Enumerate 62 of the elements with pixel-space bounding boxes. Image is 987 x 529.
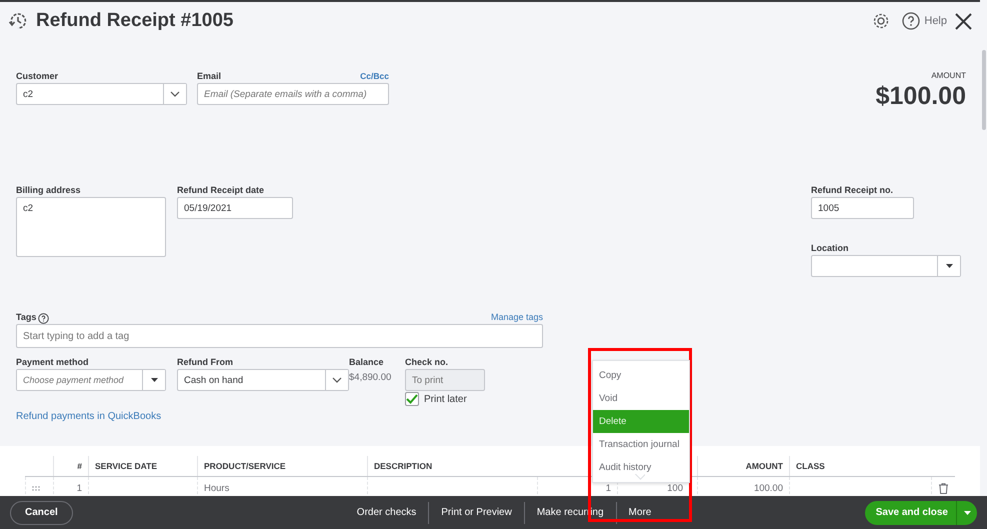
field-label: Email: [197, 71, 222, 83]
page-title: Refund Receipt #1005: [36, 10, 234, 32]
email-field[interactable]: Email (Separate emails with a comma): [197, 83, 389, 105]
footer-action-link[interactable]: Print or Preview: [429, 507, 524, 518]
tags-field[interactable]: Start typing to add a tag: [16, 324, 543, 348]
amount-label: AMOUNT: [931, 71, 966, 80]
menu-pointer: [635, 474, 645, 480]
manage-tags-link[interactable]: Manage tags: [490, 312, 543, 322]
field-label: Location: [811, 243, 850, 255]
refund-help-link[interactable]: Refund payments in QuickBooks: [16, 411, 162, 422]
table-cell: 1: [606, 482, 611, 494]
customer-dropdown[interactable]: c2: [16, 83, 187, 105]
recurring-clock-icon: [8, 11, 28, 31]
field-label: Check no.: [405, 357, 450, 369]
billing-address-field[interactable]: c2: [16, 197, 166, 257]
caret-down-icon: [946, 264, 952, 268]
date-field[interactable]: 05/19/2021: [177, 197, 293, 219]
receipt-number-field[interactable]: 1005: [811, 197, 914, 219]
column-header: DESCRIPTION: [367, 456, 537, 476]
column-header: #: [53, 456, 88, 476]
amount-total: $100.00: [876, 82, 966, 111]
help-icon[interactable]: [38, 312, 50, 324]
trash-icon[interactable]: [939, 482, 948, 494]
table-cell: 1: [76, 482, 82, 494]
field-label: Refund Receipt date: [177, 185, 266, 197]
field-label: Refund Receipt no.: [811, 185, 894, 197]
payment-method-dropdown[interactable]: Choose payment method: [16, 369, 166, 391]
help-link[interactable]: Help: [924, 15, 947, 27]
column-header: CLASS: [789, 456, 931, 476]
scrollbar-thumb[interactable]: [982, 50, 986, 130]
close-icon[interactable]: [955, 12, 972, 30]
column-header: PRODUCT/SERVICE: [197, 456, 367, 476]
field-label: Tags: [16, 312, 36, 324]
footer-action-link[interactable]: More: [616, 507, 664, 518]
menu-item[interactable]: Audit history: [593, 456, 689, 479]
table-cell: Hours: [204, 482, 230, 494]
footer-action-link[interactable]: Order checks: [344, 507, 428, 518]
menu-item[interactable]: Copy: [593, 364, 689, 387]
checkbox[interactable]: [405, 392, 419, 406]
chevron-down-icon: [170, 91, 180, 97]
drag-handle-icon[interactable]: [32, 486, 40, 490]
menu-item[interactable]: Transaction journal: [593, 433, 689, 456]
field-label: Billing address: [16, 185, 82, 197]
column-header: SERVICE DATE: [88, 456, 197, 476]
caret-down-icon[interactable]: [964, 510, 970, 514]
field-label: Refund From: [177, 357, 234, 369]
help-icon[interactable]: [902, 12, 920, 30]
refund-from-dropdown[interactable]: Cash on hand: [177, 369, 349, 391]
field-label: Balance: [349, 357, 385, 369]
checkbox-label: Print later: [424, 394, 467, 404]
menu-item[interactable]: Void: [593, 387, 689, 410]
field-label: Customer: [16, 71, 60, 83]
chevron-down-icon: [332, 377, 342, 383]
field-label: Payment method: [16, 357, 90, 369]
cancel-button[interactable]: Cancel: [10, 500, 73, 524]
cc-bcc-link[interactable]: Cc/Bcc: [360, 71, 389, 83]
settings-icon[interactable]: [872, 12, 890, 30]
caret-down-icon: [150, 378, 158, 382]
column-header: AMOUNT: [697, 456, 789, 476]
table-cell: 100: [667, 482, 683, 494]
balance-amount: $4,890.00: [349, 372, 392, 383]
table-cell: 100.00: [754, 482, 783, 494]
